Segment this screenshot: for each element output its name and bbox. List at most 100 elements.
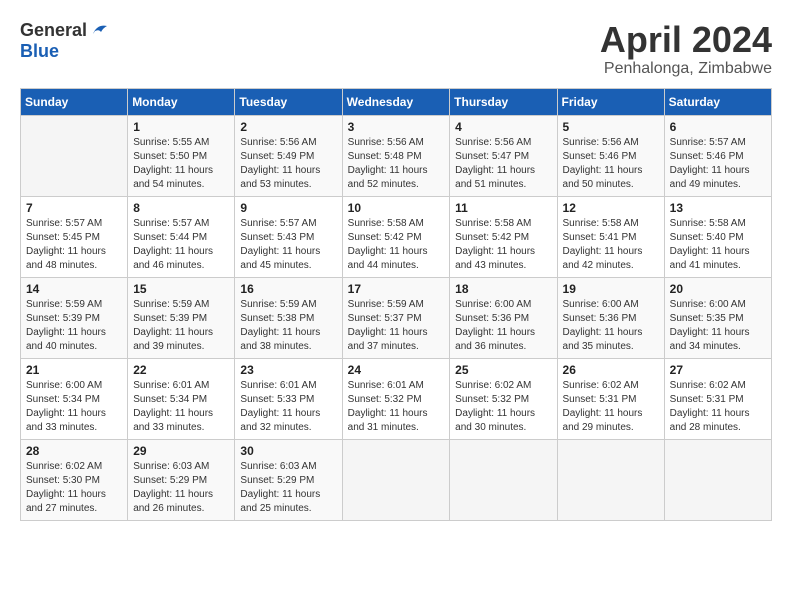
logo: General Blue xyxy=(20,20,111,62)
calendar-cell: 13Sunrise: 5:58 AMSunset: 5:40 PMDayligh… xyxy=(664,196,771,277)
day-info-line: Sunrise: 5:58 AM xyxy=(563,217,659,231)
day-info: Sunrise: 5:56 AMSunset: 5:49 PMDaylight:… xyxy=(240,136,336,192)
calendar-week-row: 1 Sunrise: 5:55 AMSunset: 5:50 PMDaylight… xyxy=(21,115,772,196)
calendar-cell: 17Sunrise: 5:59 AMSunset: 5:37 PMDayligh… xyxy=(342,277,450,358)
day-info-line: Sunset: 5:37 PM xyxy=(348,312,445,326)
day-info-line: and 43 minutes. xyxy=(455,259,551,273)
day-number: 3 xyxy=(348,120,445,134)
day-info-line: Sunrise: 5:57 AM xyxy=(670,136,766,150)
day-info-line: Daylight: 11 hours xyxy=(240,488,336,502)
location-text: Penhalonga, Zimbabwe xyxy=(600,60,772,78)
day-info-line: Sunrise: 5:59 AM xyxy=(26,298,122,312)
day-info-line: Sunset: 5:39 PM xyxy=(26,312,122,326)
day-info-line: Sunrise: 6:02 AM xyxy=(26,460,122,474)
day-info-line: Sunrise: 5:58 AM xyxy=(670,217,766,231)
calendar-cell: 27Sunrise: 6:02 AMSunset: 5:31 PMDayligh… xyxy=(664,358,771,439)
day-info-line: Sunrise: 6:01 AM xyxy=(240,379,336,393)
day-info-line: Sunrise: 5:57 AM xyxy=(26,217,122,231)
day-number: 23 xyxy=(240,363,336,377)
day-number: 8 xyxy=(133,201,229,215)
calendar-cell: 30Sunrise: 6:03 AMSunset: 5:29 PMDayligh… xyxy=(235,439,342,520)
day-info-line: Sunset: 5:48 PM xyxy=(348,150,445,164)
calendar-cell: 23Sunrise: 6:01 AMSunset: 5:33 PMDayligh… xyxy=(235,358,342,439)
day-info-line: Sunset: 5:34 PM xyxy=(26,393,122,407)
day-number: 28 xyxy=(26,444,122,458)
day-info-line: and 40 minutes. xyxy=(26,340,122,354)
day-info-line: Daylight: 11 hours xyxy=(26,488,122,502)
day-info: Sunrise: 6:00 AMSunset: 5:34 PMDaylight:… xyxy=(26,379,122,435)
day-of-week-header: Monday xyxy=(128,88,235,115)
day-info-line: Sunrise: 5:57 AM xyxy=(133,217,229,231)
day-info-line: Daylight: 11 hours xyxy=(563,326,659,340)
calendar-cell: 15Sunrise: 5:59 AMSunset: 5:39 PMDayligh… xyxy=(128,277,235,358)
day-info-line: Daylight: 11 hours xyxy=(455,245,551,259)
day-info-line: Sunset: 5:40 PM xyxy=(670,231,766,245)
day-info-line: Sunrise: 6:02 AM xyxy=(670,379,766,393)
calendar-cell: 16Sunrise: 5:59 AMSunset: 5:38 PMDayligh… xyxy=(235,277,342,358)
day-number: 10 xyxy=(348,201,445,215)
day-info-line: Sunset: 5:41 PM xyxy=(563,231,659,245)
calendar-week-row: 14Sunrise: 5:59 AMSunset: 5:39 PMDayligh… xyxy=(21,277,772,358)
day-number: 5 xyxy=(563,120,659,134)
day-info-line: and 34 minutes. xyxy=(670,340,766,354)
day-info-line: and 33 minutes. xyxy=(133,421,229,435)
day-number: 1 xyxy=(133,120,229,134)
day-number: 22 xyxy=(133,363,229,377)
day-info-line: Sunset: 5:36 PM xyxy=(563,312,659,326)
calendar-cell: 28 Sunrise: 6:02 AMSunset: 5:30 PMDayligh… xyxy=(21,439,128,520)
day-info-line: Sunrise: 5:58 AM xyxy=(455,217,551,231)
day-info-line: Sunset: 5:47 PM xyxy=(455,150,551,164)
calendar-cell: 18Sunrise: 6:00 AMSunset: 5:36 PMDayligh… xyxy=(450,277,557,358)
day-info-line: and 26 minutes. xyxy=(133,502,229,516)
day-info-line: and 49 minutes. xyxy=(670,178,766,192)
day-info-line: and 29 minutes. xyxy=(563,421,659,435)
day-info-line: and 50 minutes. xyxy=(563,178,659,192)
day-info-line: Sunrise: 6:00 AM xyxy=(26,379,122,393)
day-info-line: Sunset: 5:30 PM xyxy=(26,474,122,488)
day-info-line: Sunset: 5:42 PM xyxy=(455,231,551,245)
calendar-cell: 12Sunrise: 5:58 AMSunset: 5:41 PMDayligh… xyxy=(557,196,664,277)
day-info: Sunrise: 5:57 AMSunset: 5:44 PMDaylight:… xyxy=(133,217,229,273)
day-of-week-header: Sunday xyxy=(21,88,128,115)
calendar-table: SundayMondayTuesdayWednesdayThursdayFrid… xyxy=(20,88,772,521)
day-info-line: Sunset: 5:36 PM xyxy=(455,312,551,326)
calendar-cell: 20Sunrise: 6:00 AMSunset: 5:35 PMDayligh… xyxy=(664,277,771,358)
day-info-line: and 36 minutes. xyxy=(455,340,551,354)
calendar-cell: 11Sunrise: 5:58 AMSunset: 5:42 PMDayligh… xyxy=(450,196,557,277)
day-info: Sunrise: 5:58 AMSunset: 5:41 PMDaylight:… xyxy=(563,217,659,273)
day-info-line: Sunrise: 6:00 AM xyxy=(563,298,659,312)
day-info-line: Sunrise: 6:01 AM xyxy=(133,379,229,393)
day-info-line: Daylight: 11 hours xyxy=(133,407,229,421)
calendar-cell: 9Sunrise: 5:57 AMSunset: 5:43 PMDaylight… xyxy=(235,196,342,277)
calendar-cell: 1 Sunrise: 5:55 AMSunset: 5:50 PMDaylight… xyxy=(128,115,235,196)
day-info-line: and 33 minutes. xyxy=(26,421,122,435)
day-info-line: Sunset: 5:45 PM xyxy=(26,231,122,245)
day-info: Sunrise: 5:55 AMSunset: 5:50 PMDaylight:… xyxy=(133,136,229,192)
day-number: 27 xyxy=(670,363,766,377)
day-info-line: and 51 minutes. xyxy=(455,178,551,192)
calendar-cell: 6Sunrise: 5:57 AMSunset: 5:46 PMDaylight… xyxy=(664,115,771,196)
title-block: April 2024 Penhalonga, Zimbabwe xyxy=(600,20,772,78)
day-info-line: Daylight: 11 hours xyxy=(455,407,551,421)
day-info-line: Sunset: 5:46 PM xyxy=(563,150,659,164)
day-info-line: Sunset: 5:43 PM xyxy=(240,231,336,245)
day-number: 2 xyxy=(240,120,336,134)
day-info-line: Daylight: 11 hours xyxy=(240,407,336,421)
calendar-week-row: 7Sunrise: 5:57 AMSunset: 5:45 PMDaylight… xyxy=(21,196,772,277)
day-number: 21 xyxy=(26,363,122,377)
day-info-line: Daylight: 11 hours xyxy=(670,407,766,421)
day-info-line: Sunset: 5:49 PM xyxy=(240,150,336,164)
day-info-line: Sunset: 5:38 PM xyxy=(240,312,336,326)
calendar-cell xyxy=(450,439,557,520)
calendar-cell: 26Sunrise: 6:02 AMSunset: 5:31 PMDayligh… xyxy=(557,358,664,439)
day-info-line: Daylight: 11 hours xyxy=(455,164,551,178)
logo-general-text: General xyxy=(20,21,87,41)
day-number: 29 xyxy=(133,444,229,458)
day-info-line: Sunset: 5:50 PM xyxy=(133,150,229,164)
day-info: Sunrise: 6:02 AMSunset: 5:30 PMDaylight:… xyxy=(26,460,122,516)
day-info-line: and 38 minutes. xyxy=(240,340,336,354)
day-info: Sunrise: 5:58 AMSunset: 5:42 PMDaylight:… xyxy=(455,217,551,273)
calendar-cell xyxy=(557,439,664,520)
day-number: 13 xyxy=(670,201,766,215)
day-info-line: Sunset: 5:35 PM xyxy=(670,312,766,326)
